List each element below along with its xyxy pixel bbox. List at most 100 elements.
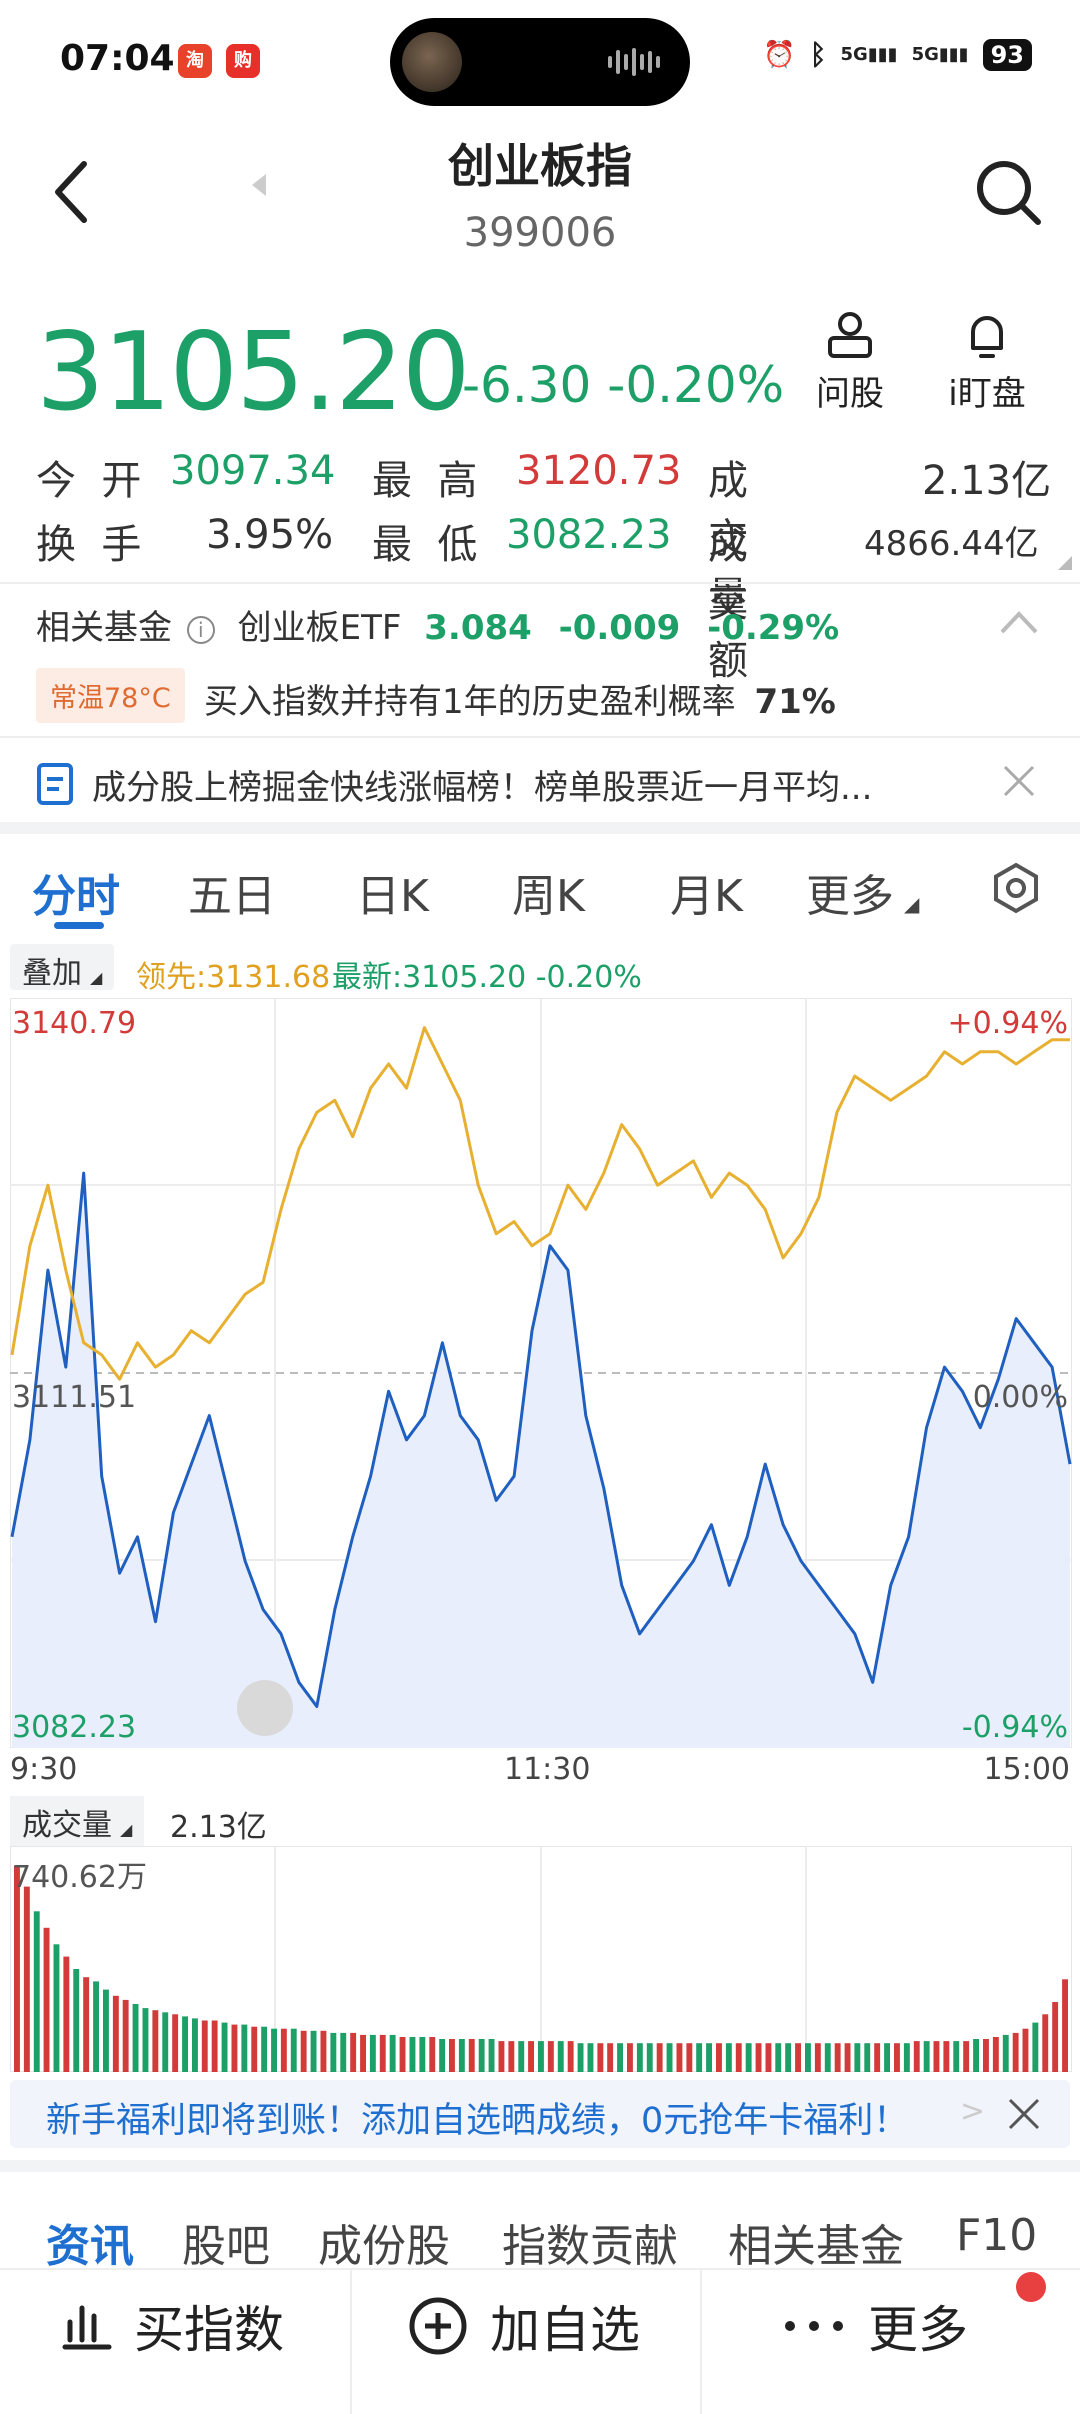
volume-bar — [765, 2043, 772, 2072]
volume-bar — [666, 2043, 673, 2072]
history-text: 买入指数并持有1年的历史盈利概率 — [204, 682, 736, 722]
tab-weekly-k[interactable]: 周K — [512, 860, 585, 924]
volume-bar — [478, 2039, 485, 2072]
volume-bar — [63, 1956, 70, 2072]
tab-news[interactable]: 资讯 — [46, 2210, 134, 2274]
volume-bar — [577, 2043, 584, 2072]
volume-bar — [864, 2043, 871, 2072]
x-label-mid: 11:30 — [504, 1752, 591, 1787]
tab-five-day[interactable]: 五日 — [188, 860, 276, 924]
volume-bar — [617, 2043, 623, 2072]
bluetooth-icon: ᛒ — [809, 38, 827, 71]
volume-bar — [251, 2026, 258, 2072]
overlay-label: 叠加 — [22, 956, 82, 991]
volume-bar — [1002, 2034, 1009, 2072]
more-dots-icon — [785, 2321, 843, 2331]
high-value: 3120.73 — [516, 448, 682, 494]
tab-f10[interactable]: F10 — [956, 2210, 1037, 2261]
volume-bar — [300, 2030, 307, 2072]
volume-bar — [73, 1969, 80, 2072]
volume-bar — [933, 2041, 940, 2072]
volume-bar — [745, 2043, 752, 2072]
volume-chart[interactable] — [10, 1846, 1072, 2072]
volume-bar — [122, 1999, 129, 2072]
volume-bar — [1022, 2028, 1029, 2072]
volume-bar — [23, 1886, 30, 2072]
volume-bar — [983, 2039, 989, 2072]
tab-components[interactable]: 成份股 — [318, 2210, 450, 2274]
legend-latest: 最新:3105.20 -0.20% — [332, 960, 642, 995]
close-icon[interactable] — [1002, 764, 1036, 798]
pct-min-label: -0.94% — [961, 1710, 1068, 1745]
temperature-badge: 常温78°C — [36, 668, 185, 723]
close-icon[interactable] — [1006, 2096, 1042, 2132]
buy-index-button[interactable]: 买指数 — [62, 2290, 284, 2362]
info-icon[interactable]: i — [186, 615, 215, 644]
search-icon[interactable] — [974, 158, 1044, 228]
settings-icon[interactable] — [990, 862, 1042, 914]
volume-bar — [409, 2037, 416, 2072]
ask-stock-button[interactable]: 问股 — [795, 310, 905, 415]
dropdown-triangle-icon: ◢ — [904, 892, 920, 916]
volume-bar — [894, 2043, 900, 2072]
volume-bar — [963, 2041, 970, 2072]
chart-watermark-icon — [237, 1680, 293, 1736]
tab-related-funds[interactable]: 相关基金 — [728, 2210, 904, 2274]
volume-bar — [874, 2043, 881, 2072]
expand-corner-icon[interactable] — [1058, 556, 1072, 570]
volume-max-label: 740.62万 — [12, 1860, 147, 1895]
y-max-label: 3140.79 — [12, 1006, 137, 1041]
high-label: 最 高 — [372, 458, 478, 504]
watch-button[interactable]: i盯盘 — [932, 310, 1042, 415]
volume-bar — [221, 2022, 228, 2072]
tab-contribution[interactable]: 指数贡献 — [502, 2210, 678, 2274]
etf-price: 3.084 — [424, 608, 532, 648]
volume-bar — [449, 2039, 455, 2072]
x-label-end: 15:00 — [983, 1752, 1070, 1787]
volume-dropdown[interactable]: 成交量 ◢ — [10, 1796, 145, 1848]
intraday-chart[interactable] — [10, 998, 1072, 1748]
taobao-app-icon: 淘 — [178, 44, 212, 78]
legend-lead: 领先:3131.68 — [136, 960, 331, 995]
volume-bar — [468, 2039, 475, 2072]
last-price: 3105.20 — [36, 310, 471, 435]
add-watchlist-button[interactable]: 加自选 — [408, 2290, 640, 2362]
add-watchlist-label: 加自选 — [490, 2301, 640, 2359]
amount-value: 4866.44亿 — [864, 524, 1039, 564]
volume-bar — [656, 2043, 663, 2072]
volume-bar — [785, 2043, 792, 2072]
volume-bar — [755, 2043, 762, 2072]
low-value: 3082.23 — [506, 512, 672, 558]
volume-bar — [142, 2008, 149, 2072]
signal-5g-icon: 5G▮▮▮ — [840, 44, 898, 65]
more-button[interactable]: 更多 — [782, 2290, 968, 2362]
overlay-dropdown[interactable]: 叠加 ◢ — [10, 944, 115, 991]
dynamic-island[interactable] — [390, 18, 690, 106]
volume-bar — [725, 2043, 732, 2072]
page-title: 创业板指 — [448, 139, 632, 193]
change-value: -6.30 — [462, 356, 592, 414]
volume-bar — [231, 2024, 238, 2072]
tab-forum[interactable]: 股吧 — [182, 2210, 270, 2274]
tab-more[interactable]: 更多 ◢ — [806, 860, 919, 924]
volume-bar — [399, 2037, 406, 2072]
tab-monthly-k[interactable]: 月K — [670, 860, 743, 924]
plus-circle-icon — [409, 2297, 467, 2355]
news-ticker[interactable]: 成分股上榜掘金快线涨幅榜！榜单股票近一月平均... — [92, 760, 872, 809]
tab-intraday[interactable]: 分时 — [32, 860, 120, 924]
etf-name: 创业板ETF — [237, 608, 402, 648]
promo-text: 新手福利即将到账！添加自选晒成绩，0元抢年卡福利！ — [46, 2101, 909, 2141]
turnover-label: 换 手 — [36, 522, 142, 568]
collapse-chevron-icon[interactable] — [1000, 610, 1038, 634]
volume-bar — [1012, 2032, 1019, 2072]
divider — [0, 582, 1080, 584]
volume-total: 2.13亿 — [170, 1810, 267, 1845]
volume-bar — [884, 2043, 890, 2072]
related-fund-row[interactable]: 相关基金 i 创业板ETF 3.084 -0.009 -0.29% — [36, 600, 839, 649]
promo-banner[interactable]: 新手福利即将到账！添加自选晒成绩，0元抢年卡福利！ > — [10, 2080, 1070, 2148]
volume-bar — [379, 2034, 386, 2072]
volume-bar — [627, 2043, 633, 2072]
volume-bar — [182, 2016, 188, 2072]
tab-daily-k[interactable]: 日K — [356, 860, 429, 924]
volume-bar — [646, 2043, 653, 2072]
